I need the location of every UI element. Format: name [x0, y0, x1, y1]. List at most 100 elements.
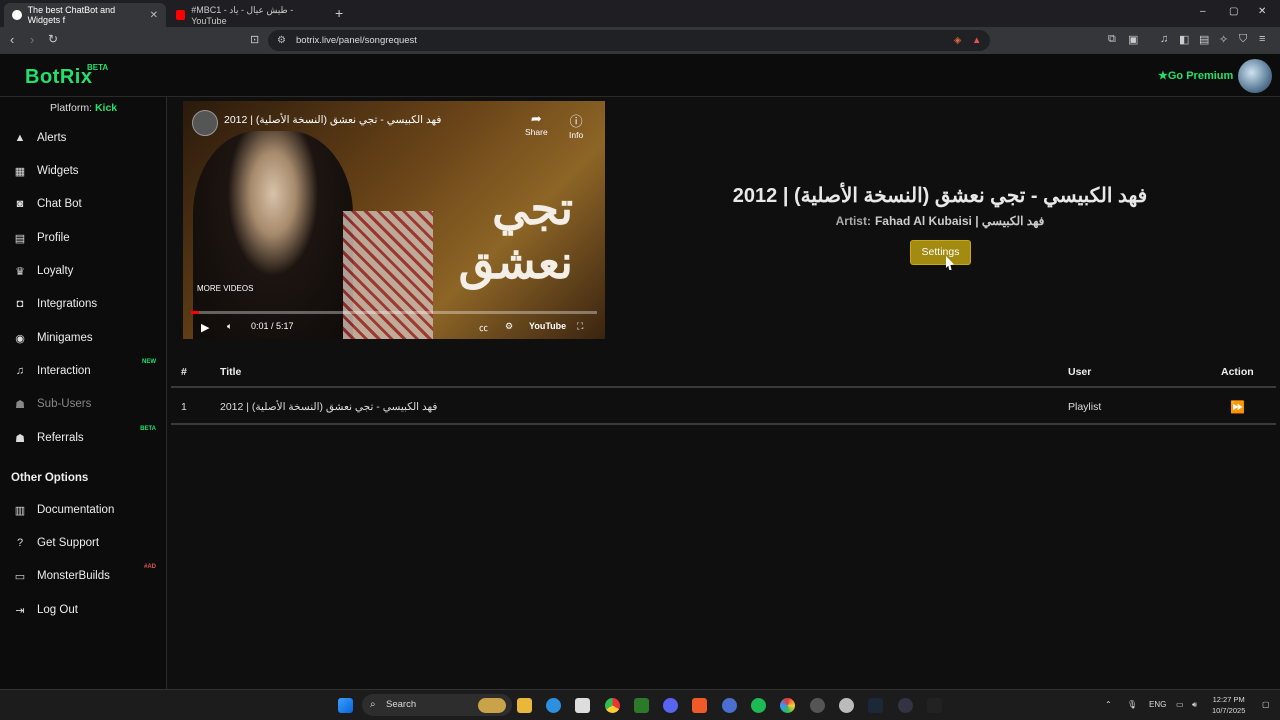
- screenshot-icon[interactable]: ▣: [1128, 33, 1138, 46]
- sidebar-item-minigames[interactable]: ◉ Minigames: [0, 323, 166, 353]
- sidebar-item-monsterbuilds[interactable]: ▭ MonsterBuilds #AD: [0, 561, 166, 591]
- steam-icon[interactable]: [868, 698, 883, 713]
- sidebar-item-alerts[interactable]: ▲ Alerts: [0, 123, 166, 153]
- grid-icon: ▦: [14, 165, 26, 178]
- close-tab-icon[interactable]: ✕: [150, 10, 158, 21]
- microphone-icon[interactable]: 🎙︎: [1127, 700, 1137, 709]
- app-icon[interactable]: [722, 698, 737, 713]
- youtube-logo[interactable]: YouTube: [529, 321, 566, 331]
- close-window-button[interactable]: ✕: [1258, 6, 1266, 17]
- sidebar-item-log-out[interactable]: ⇥ Log Out: [0, 595, 166, 625]
- sidebar-item-chat-bot[interactable]: ◙ Chat Bot: [0, 189, 166, 219]
- settings-button[interactable]: Settings: [910, 240, 971, 265]
- tray-overflow-icon[interactable]: ⌃: [1105, 700, 1112, 709]
- video-progress-bar[interactable]: [191, 311, 597, 314]
- tab-botrix[interactable]: The best ChatBot and Widgets f ✕: [4, 3, 166, 27]
- file-explorer-icon[interactable]: [517, 698, 532, 713]
- store-icon[interactable]: [575, 698, 590, 713]
- row-number: 1: [181, 401, 187, 413]
- sidebar: Platform: Kick ▲ Alerts ▦ Widgets ◙ Chat Bo…: [0, 97, 167, 689]
- sidebar-item-profile[interactable]: ▤ Profile: [0, 223, 166, 253]
- sidebar-item-documentation[interactable]: ▥ Documentation: [0, 495, 166, 525]
- site-info-icon[interactable]: ⚙: [277, 30, 286, 51]
- minimize-button[interactable]: –: [1200, 6, 1206, 17]
- edge-icon[interactable]: [546, 698, 561, 713]
- forward-icon[interactable]: ›: [30, 32, 34, 47]
- song-title: فهد الكبيسي - تجي نعشق (النسخة الأصلية) …: [732, 185, 1148, 207]
- sidebar-item-sub-users[interactable]: ☗ Sub-Users: [0, 389, 166, 419]
- sidebar-toggle-icon[interactable]: ◧: [1179, 33, 1189, 46]
- app-icon[interactable]: [810, 698, 825, 713]
- play-icon[interactable]: ▶: [201, 321, 209, 334]
- xbox-icon[interactable]: [634, 698, 649, 713]
- discord-taskbar-icon[interactable]: [663, 698, 678, 713]
- windows-start-icon[interactable]: [338, 698, 353, 713]
- sidebar-item-integrations[interactable]: ◘ Integrations: [0, 289, 166, 319]
- reload-icon[interactable]: ↻: [48, 32, 58, 46]
- address-bar[interactable]: ⚙ botrix.live/panel/songrequest ◈ ▲: [268, 30, 990, 51]
- app-icon[interactable]: [839, 698, 854, 713]
- wallet-icon[interactable]: ▤: [1199, 33, 1209, 46]
- skip-song-button[interactable]: ⏩: [1230, 390, 1245, 425]
- beta-badge: BETA: [140, 426, 156, 432]
- search-icon: ⌕: [370, 699, 376, 710]
- more-videos-label[interactable]: MORE VIDEOS: [197, 284, 253, 293]
- app-icon[interactable]: [927, 698, 942, 713]
- menu-icon[interactable]: ≡: [1259, 33, 1265, 45]
- vpn-icon[interactable]: ⛉: [1239, 33, 1247, 46]
- video-time: 0:01 / 5:17: [251, 321, 294, 331]
- share-icon: ➦: [530, 111, 542, 126]
- captions-icon[interactable]: ㏄: [479, 321, 488, 334]
- network-icon[interactable]: ▭: [1176, 700, 1184, 709]
- tab-youtube[interactable]: #MBC1 - طيش عيال - ياد - YouTube: [168, 3, 328, 27]
- users-icon: ☗: [15, 398, 25, 411]
- bookmark-icon[interactable]: ⊡: [250, 33, 259, 46]
- settings-gear-icon[interactable]: ⚙: [505, 321, 513, 332]
- go-premium-link[interactable]: ★Go Premium: [1158, 69, 1233, 82]
- widgets-icon[interactable]: [478, 698, 506, 713]
- share-button[interactable]: ➦ Share: [525, 111, 548, 137]
- volume-tray-icon[interactable]: 🔊︎: [1192, 700, 1197, 710]
- brave-shield-icon[interactable]: ◈: [954, 30, 961, 51]
- video-title[interactable]: فهد الكبيسي - تجي نعشق (النسخة الأصلية) …: [224, 114, 441, 126]
- id-card-icon: ▤: [14, 232, 26, 245]
- app-icon[interactable]: [780, 698, 795, 713]
- col-number: #: [181, 366, 187, 378]
- windows-taskbar: ⌕ Search ⌃ 🎙︎ ENG ▭ 🔊︎ 12:27 PM 10/7/2025 …: [0, 689, 1280, 720]
- other-options-title: Other Options: [11, 472, 89, 484]
- book-icon: ▥: [14, 504, 26, 517]
- language-indicator[interactable]: ENG: [1149, 700, 1166, 709]
- sidebar-item-get-support[interactable]: ? Get Support: [0, 528, 166, 558]
- platform-indicator: Platform: Kick: [50, 102, 118, 114]
- trophy-icon: ♛: [15, 265, 25, 278]
- media-icon[interactable]: ♫: [1160, 33, 1168, 45]
- info-button[interactable]: ⓘ Info: [569, 111, 583, 140]
- sidebar-item-loyalty[interactable]: ♛ Loyalty: [0, 256, 166, 286]
- fullscreen-icon[interactable]: ⛶: [577, 321, 583, 332]
- notification-icon[interactable]: ▢: [1262, 700, 1270, 709]
- app-icon[interactable]: [898, 698, 913, 713]
- artist-line: Artist: Fahad Al Kubaisi | فهد الكبيسي: [835, 214, 1045, 228]
- botrix-logo[interactable]: BotRix: [25, 66, 92, 89]
- sidebar-item-widgets[interactable]: ▦ Widgets: [0, 156, 166, 186]
- youtube-player[interactable]: فهد الكبيسي - تجي نعشق (النسخة الأصلية) …: [183, 101, 605, 339]
- channel-avatar[interactable]: [192, 110, 218, 136]
- leo-ai-icon[interactable]: ✧: [1219, 33, 1228, 46]
- user-avatar[interactable]: [1238, 59, 1272, 93]
- volume-icon[interactable]: 🔈︎: [227, 321, 232, 332]
- video-thumbnail-figure: [193, 131, 353, 339]
- back-icon[interactable]: ‹: [10, 32, 14, 47]
- row-title: فهد الكبيسي - تجي نعشق (النسخة الأصلية) …: [220, 401, 438, 413]
- sidebar-item-interaction[interactable]: ♫ Interaction NEW: [0, 356, 166, 386]
- chrome-icon[interactable]: [605, 698, 620, 713]
- brave-rewards-icon[interactable]: ▲: [972, 30, 981, 51]
- new-tab-button[interactable]: +: [335, 5, 343, 21]
- brave-taskbar-icon[interactable]: [692, 698, 707, 713]
- extension-icon[interactable]: ⧉: [1108, 33, 1116, 46]
- maximize-button[interactable]: ▢: [1229, 6, 1238, 17]
- music-icon: ♫: [15, 365, 25, 377]
- sidebar-item-referrals[interactable]: ☗ Referrals BETA: [0, 423, 166, 453]
- taskbar-clock[interactable]: 12:27 PM 10/7/2025: [1212, 694, 1245, 716]
- spotify-icon[interactable]: [751, 698, 766, 713]
- row-user: Playlist: [1068, 401, 1102, 413]
